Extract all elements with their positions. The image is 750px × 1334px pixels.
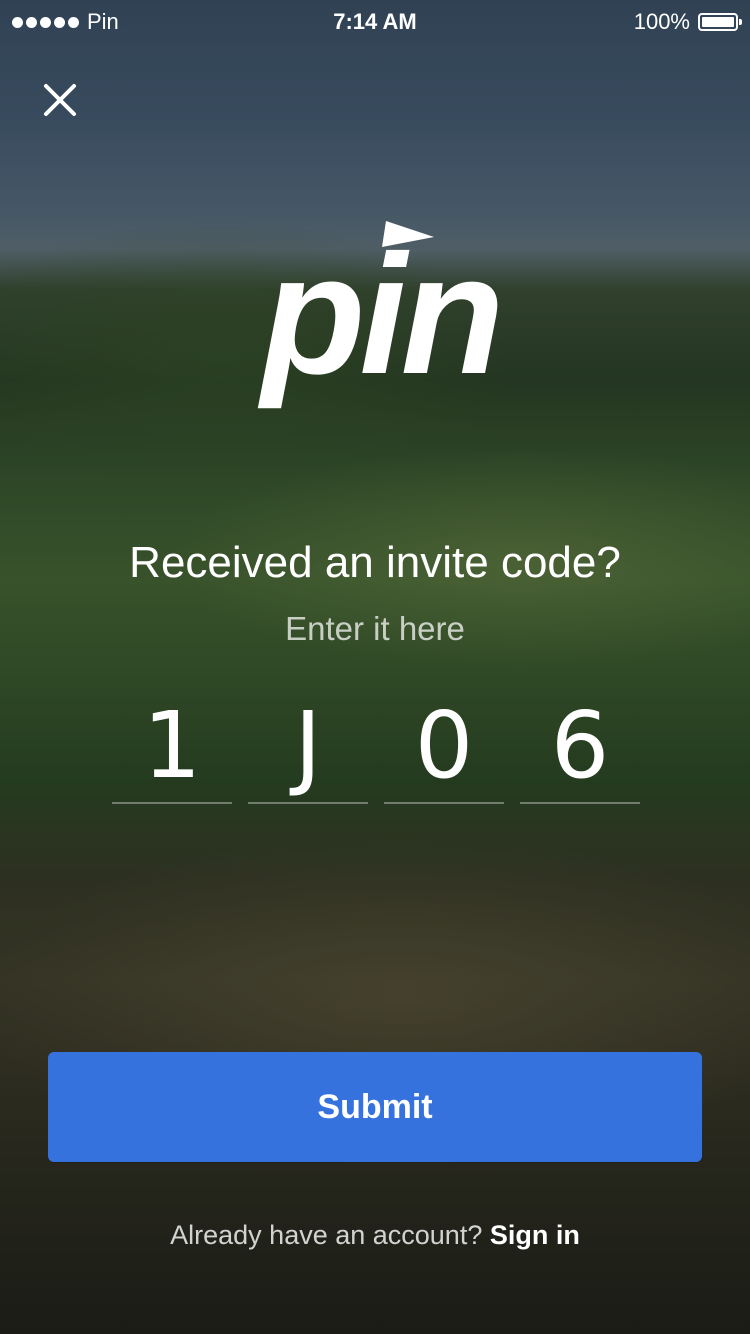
code-digit-2[interactable]: J (248, 690, 368, 804)
status-right: 100% (633, 0, 742, 44)
signin-prompt: Already have an account? Sign in (0, 1220, 750, 1251)
page-subtitle: Enter it here (285, 610, 465, 647)
close-icon (44, 84, 76, 116)
logo-text: pin (258, 220, 499, 410)
pin-logo: pin (258, 220, 505, 410)
status-bar: Pin 7:14 AM 100% (0, 0, 750, 44)
submit-button[interactable]: Submit (48, 1052, 702, 1162)
invite-code-input: 1 J 0 6 (112, 690, 640, 805)
code-digit-4[interactable]: 6 (520, 690, 640, 804)
signin-prompt-text: Already have an account? (170, 1220, 483, 1250)
code-digit-1[interactable]: 1 (112, 690, 232, 804)
close-button[interactable] (36, 76, 84, 124)
code-digit-3[interactable]: 0 (384, 690, 504, 804)
page-title: Received an invite code? (129, 538, 621, 587)
battery-percent: 100% (633, 9, 690, 34)
battery-icon (698, 13, 742, 31)
signin-link[interactable]: Sign in (490, 1220, 580, 1250)
